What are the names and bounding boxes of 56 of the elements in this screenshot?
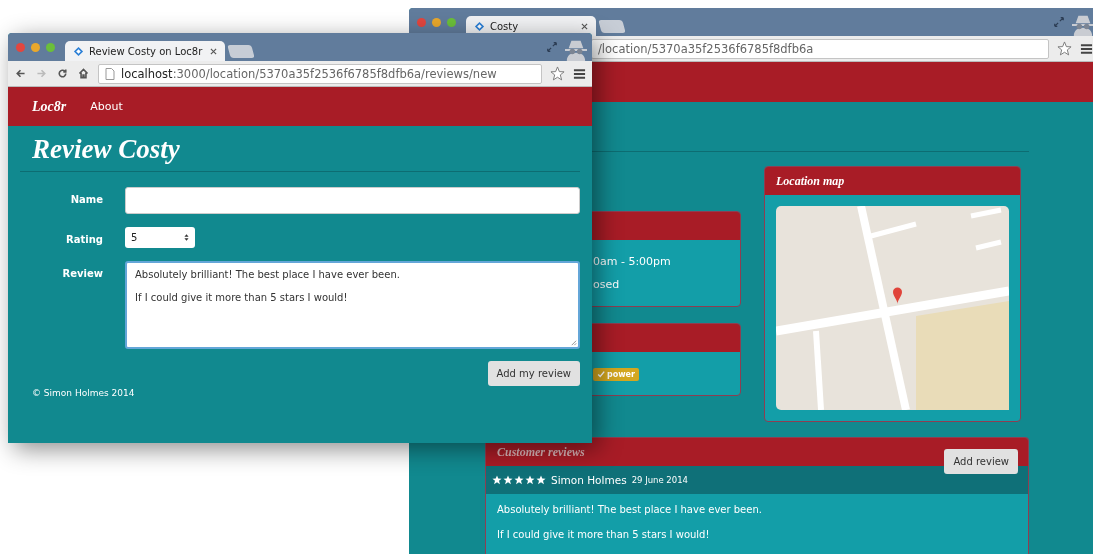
back-icon[interactable] — [14, 67, 27, 80]
bookmark-star-icon[interactable] — [550, 66, 565, 81]
field-label: Review — [61, 267, 103, 279]
zoom-window-icon[interactable] — [447, 17, 456, 27]
review-date: 29 June 2014 — [631, 475, 688, 485]
zoom-window-icon[interactable] — [46, 42, 55, 52]
review-author: Simon Holmes — [551, 474, 627, 486]
close-tab-icon[interactable] — [581, 22, 588, 30]
check-icon — [597, 370, 605, 378]
home-icon[interactable] — [77, 67, 90, 80]
fullscreen-icon[interactable] — [546, 41, 558, 53]
bookmark-star-icon[interactable] — [1057, 41, 1072, 56]
field-label: Name — [69, 193, 103, 205]
star-icon — [503, 475, 513, 485]
fullscreen-icon[interactable] — [1053, 16, 1065, 28]
star-icon — [492, 475, 502, 485]
browser-tab[interactable]: Costy — [466, 16, 596, 36]
new-tab-button[interactable] — [598, 20, 626, 33]
up-down-arrows-icon — [184, 233, 189, 242]
panel-title: Location map — [776, 173, 845, 189]
incognito-icon — [564, 39, 588, 61]
page-icon — [105, 67, 115, 80]
review-text: If I could give it more than 5 stars I would! — [497, 529, 711, 540]
menu-icon[interactable] — [573, 67, 586, 80]
reload-icon[interactable] — [56, 67, 69, 80]
address-bar[interactable]: /location/5370a35f2536f6785f8dfb6a — [591, 38, 1049, 59]
opening-hours-text: 0am - 5:00pm — [593, 254, 672, 270]
incognito-icon — [1071, 14, 1093, 36]
diamond-icon — [73, 45, 84, 57]
panel-title: Customer reviews — [497, 444, 585, 460]
url-text: localhost:3000/location/5370a35f2536f6785f8dfb6a/reviews/new — [121, 66, 497, 81]
opening-hours-text: osed — [593, 277, 621, 293]
menu-icon[interactable] — [1080, 42, 1093, 55]
diamond-icon — [474, 20, 485, 32]
star-icon — [525, 475, 535, 485]
minimize-window-icon[interactable] — [432, 17, 441, 27]
browser-tab[interactable]: Review Costy on Loc8r — [65, 41, 225, 61]
add-review-button[interactable]: Add review — [944, 448, 1018, 474]
star-icon — [536, 475, 546, 485]
resize-grip-icon[interactable] — [570, 339, 577, 346]
page-heading: Review Costy — [31, 133, 181, 166]
nav-link[interactable]: About — [90, 100, 123, 113]
brand-link[interactable]: Loc8r — [32, 98, 67, 115]
star-icon — [514, 475, 524, 485]
field-label: Rating — [65, 233, 103, 245]
add-my-review-button[interactable]: Add my review — [487, 361, 580, 386]
new-tab-button[interactable] — [227, 45, 255, 58]
name-input-field[interactable] — [125, 187, 580, 214]
review-text-area[interactable]: Absolutely brilliant! The best place I have ever been. If I could give it more than 5 stars I would! — [125, 261, 580, 349]
rating-select[interactable]: 5 — [125, 227, 195, 248]
close-tab-icon[interactable] — [210, 47, 217, 55]
address-bar[interactable]: localhost:3000/location/5370a35f2536f6785f8dfb6a/reviews/new — [98, 63, 542, 84]
facility-label: power — [607, 369, 635, 379]
review-text: Absolutely brilliant! The best place I have ever been. — [497, 504, 763, 515]
minimize-window-icon[interactable] — [31, 42, 40, 52]
footer-text: © Simon Holmes 2014 — [31, 387, 136, 400]
